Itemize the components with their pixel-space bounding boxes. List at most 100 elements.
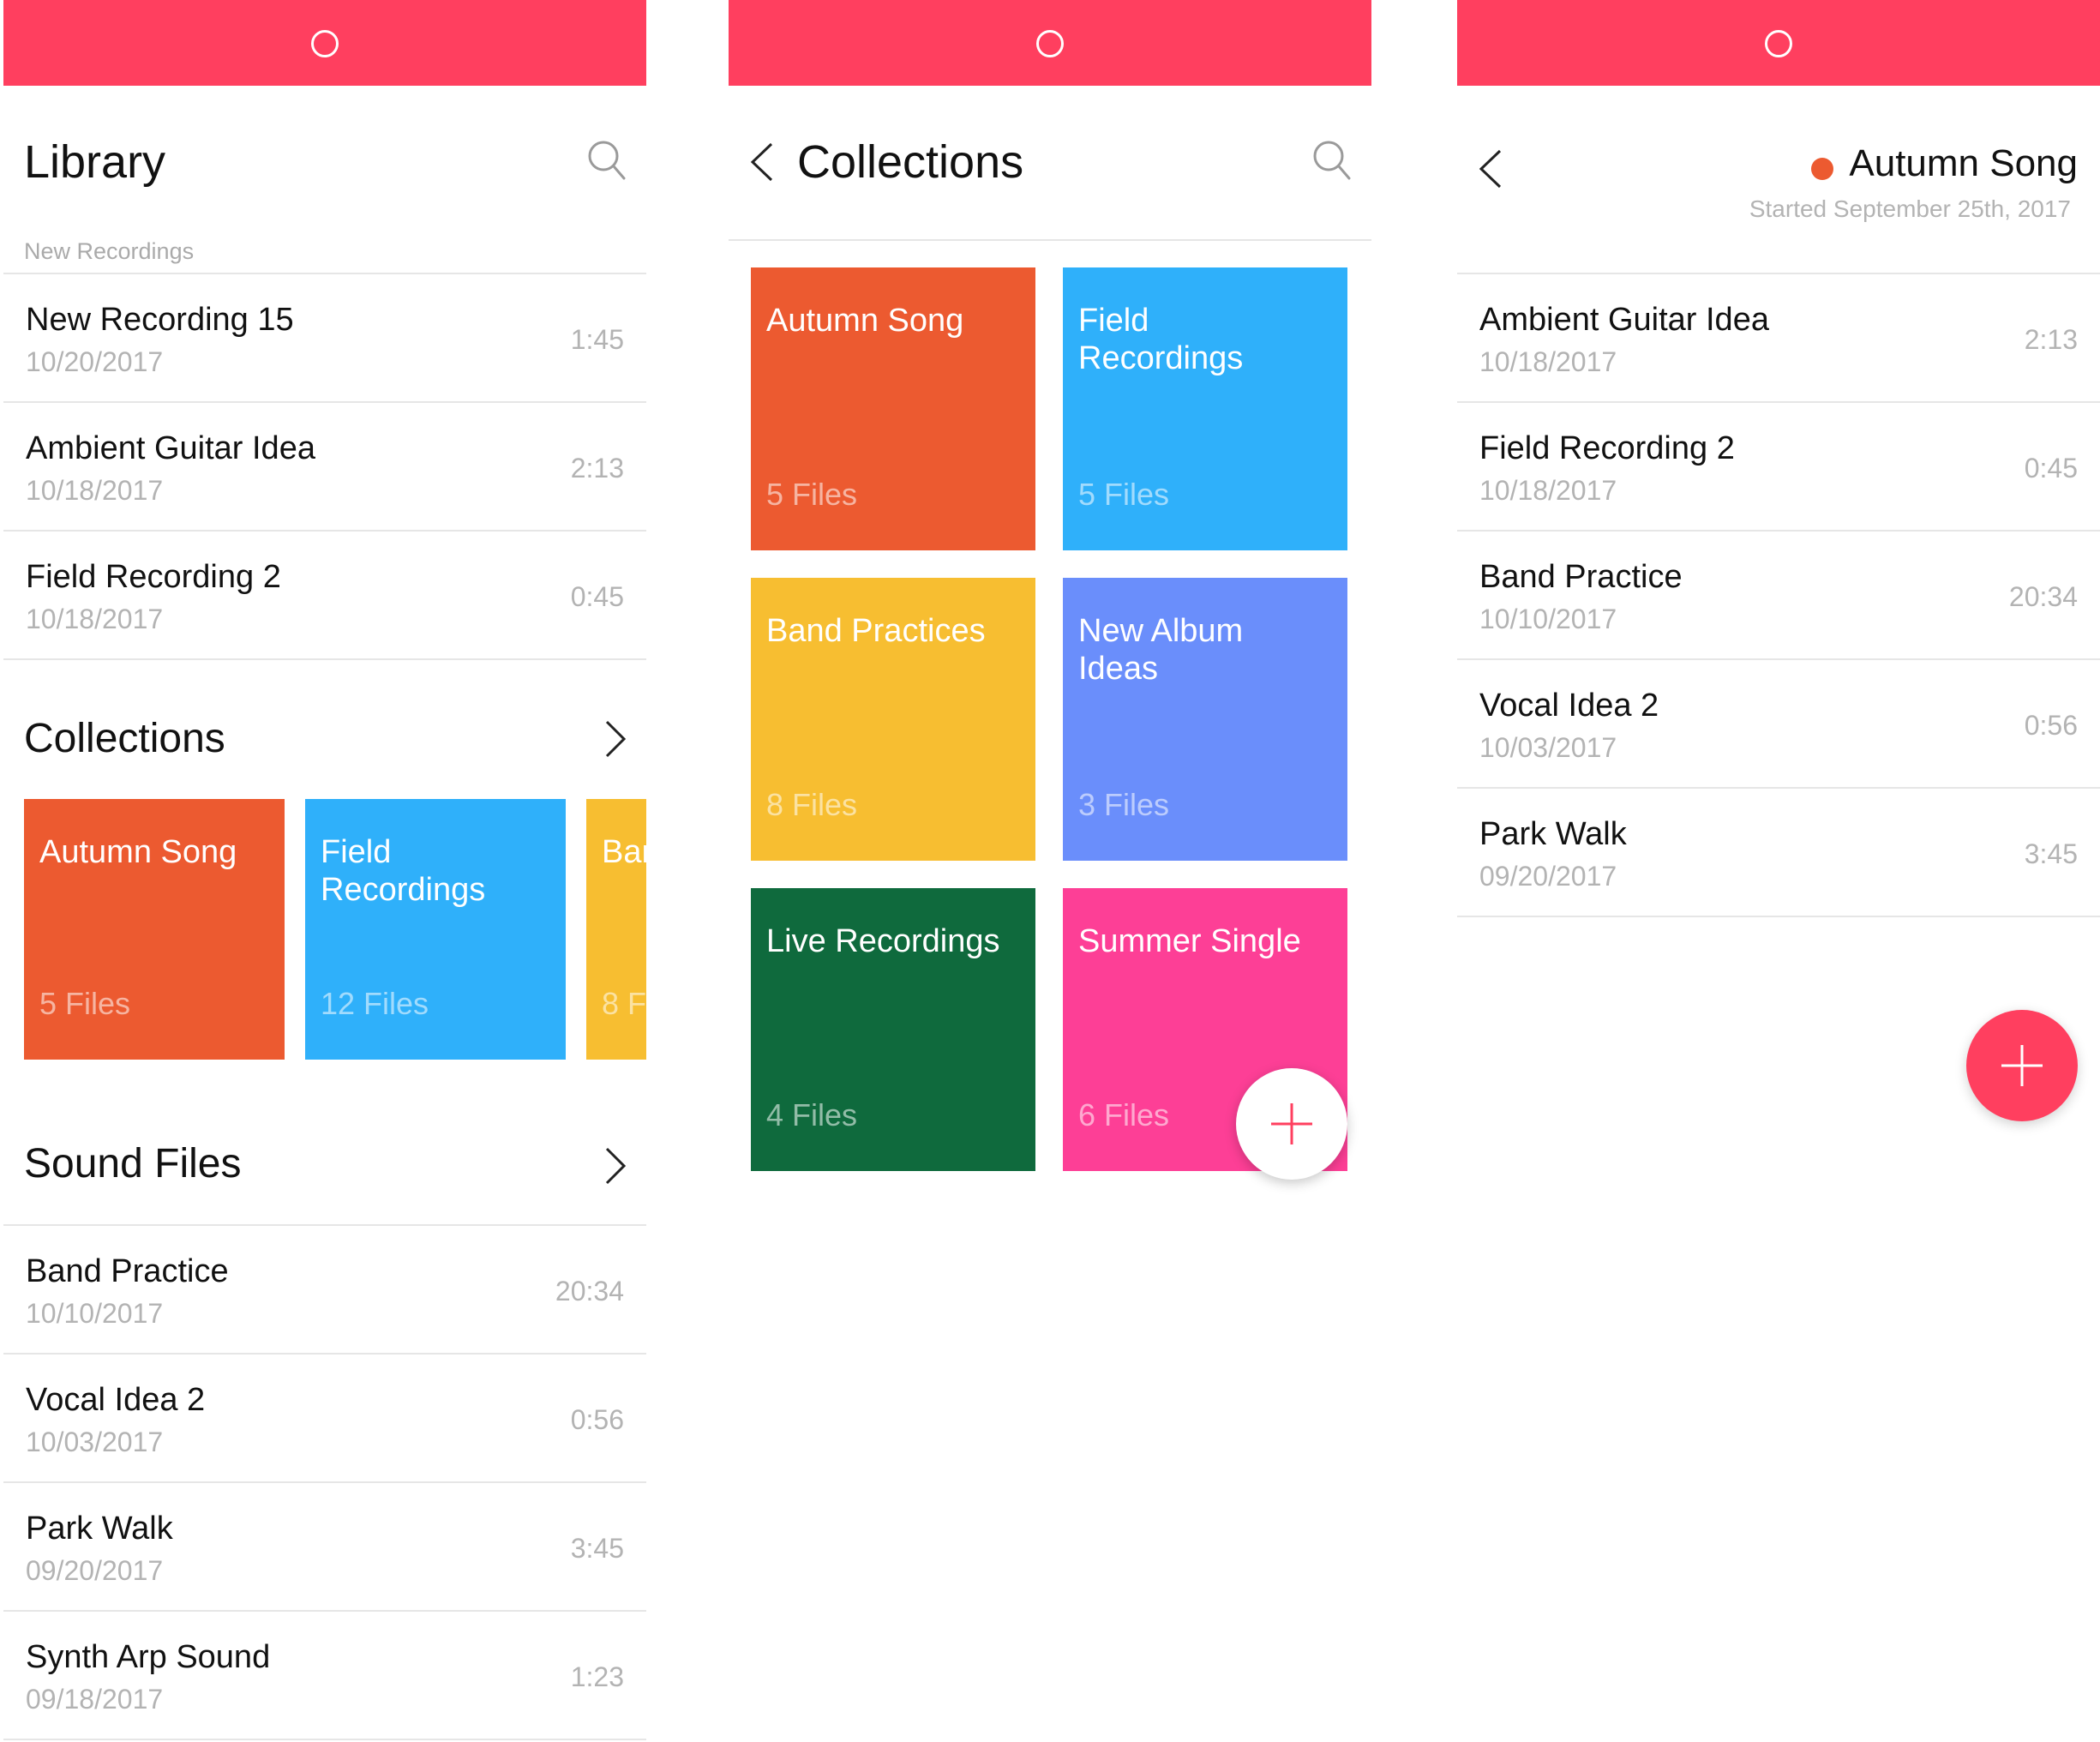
- status-circle-icon: [1036, 30, 1064, 57]
- sound-file-name: Synth Arp Sound: [26, 1639, 271, 1675]
- collection-name: Summer Single: [1078, 923, 1301, 959]
- collection-count: 5 Files: [39, 986, 131, 1021]
- collection-detail-screen: Autumn Song Started September 25th, 2017…: [1457, 0, 2100, 1742]
- item-date: 10/18/2017: [1479, 475, 1617, 506]
- recording-name: New Recording 15: [26, 302, 294, 338]
- recording-row[interactable]: Ambient Guitar Idea 10/18/2017 2:13: [3, 403, 646, 532]
- sound-file-date: 10/03/2017: [26, 1427, 164, 1457]
- collection-item-row[interactable]: Park Walk 09/20/2017 3:45: [1457, 789, 2100, 917]
- sound-file-duration: 1:23: [570, 1661, 624, 1692]
- status-circle-icon: [311, 30, 339, 57]
- collection-name: Band Practices: [766, 613, 986, 649]
- chevron-right-icon[interactable]: [603, 1145, 627, 1186]
- add-collection-button[interactable]: [1236, 1068, 1347, 1180]
- sound-file-row[interactable]: Park Walk 09/20/2017 3:45: [3, 1483, 646, 1612]
- sound-file-row[interactable]: Band Practice 10/10/2017 20:34: [3, 1226, 646, 1355]
- sound-file-row[interactable]: Synth Arp Sound 09/18/2017 1:23: [3, 1612, 646, 1740]
- recording-row[interactable]: New Recording 15 10/20/2017 1:45: [3, 274, 646, 403]
- item-name: Field Recording 2: [1479, 430, 1735, 466]
- collection-tile-field[interactable]: Field Recordings 5 Files: [1063, 267, 1347, 550]
- library-screen: Library New Recordings New Recording 15 …: [3, 0, 646, 1742]
- recording-name: Field Recording 2: [26, 559, 281, 595]
- collection-count: 3 Files: [1078, 787, 1170, 822]
- collection-tile-band[interactable]: Band Practices 8 Files: [586, 799, 646, 1060]
- item-duration: 0:56: [2024, 710, 2078, 741]
- collection-item-row[interactable]: Ambient Guitar Idea 10/18/2017 2:13: [1457, 274, 2100, 403]
- collections-screen: Collections Autumn Song 5 Files Field Re…: [729, 0, 1371, 1742]
- recording-date: 10/18/2017: [26, 475, 164, 506]
- collection-name: Autumn Song: [39, 834, 237, 870]
- item-date: 09/20/2017: [1479, 861, 1617, 892]
- collection-tile-band[interactable]: Band Practices 8 Files: [751, 578, 1035, 861]
- item-duration: 0:45: [2024, 453, 2078, 484]
- collection-name: Live Recordings: [766, 923, 1000, 959]
- sound-file-name: Park Walk: [26, 1511, 173, 1547]
- collection-tile-album[interactable]: New Album Ideas 3 Files: [1063, 578, 1347, 861]
- collection-item-row[interactable]: Vocal Idea 2 10/03/2017 0:56: [1457, 660, 2100, 789]
- recording-row[interactable]: Field Recording 2 10/18/2017 0:45: [3, 532, 646, 660]
- sound-file-date: 09/20/2017: [26, 1555, 164, 1586]
- recording-name: Ambient Guitar Idea: [26, 430, 315, 466]
- page-title: Collections: [797, 136, 1024, 188]
- sound-file-date: 09/18/2017: [26, 1684, 164, 1715]
- collection-count: 8 Files: [766, 787, 858, 822]
- item-duration: 20:34: [2008, 581, 2078, 612]
- add-recording-button[interactable]: [1966, 1010, 2078, 1121]
- detail-title-wrap: Autumn Song: [1749, 142, 2078, 185]
- recording-dot-icon: [1811, 157, 1834, 180]
- item-name: Band Practice: [1479, 559, 1683, 595]
- plus-icon: [1271, 1103, 1312, 1144]
- recording-date: 10/18/2017: [26, 604, 164, 634]
- collection-name: New Album Ideas: [1078, 613, 1244, 687]
- item-date: 10/18/2017: [1479, 346, 1617, 377]
- search-icon[interactable]: [588, 141, 626, 182]
- collection-count: 12 Files: [321, 986, 429, 1021]
- collection-count: 8 Files: [602, 986, 646, 1021]
- collection-name: Band Practices: [602, 834, 646, 870]
- chevron-left-icon[interactable]: [749, 141, 775, 183]
- collection-tile-autumn[interactable]: Autumn Song 5 Files: [751, 267, 1035, 550]
- sound-file-row[interactable]: Vocal Idea 2 10/03/2017 0:56: [3, 1355, 646, 1483]
- new-recordings-label: New Recordings: [24, 238, 195, 264]
- sound-file-duration: 3:45: [570, 1533, 624, 1564]
- collections-section-title: Collections: [24, 716, 225, 761]
- item-duration: 3:45: [2024, 838, 2078, 869]
- chevron-right-icon[interactable]: [603, 718, 627, 760]
- item-date: 10/03/2017: [1479, 732, 1617, 763]
- sound-file-date: 10/10/2017: [26, 1298, 164, 1329]
- collection-tile-live[interactable]: Live Recordings 4 Files: [751, 888, 1035, 1171]
- status-bar: [1457, 0, 2100, 86]
- collection-tile-autumn[interactable]: Autumn Song 5 Files: [24, 799, 285, 1060]
- recording-duration: 2:13: [570, 453, 624, 484]
- item-name: Vocal Idea 2: [1479, 688, 1659, 724]
- sound-file-duration: 20:34: [555, 1276, 624, 1306]
- collection-count: 5 Files: [1078, 477, 1170, 512]
- status-bar: [3, 0, 646, 86]
- collection-count: 5 Files: [766, 477, 858, 512]
- sound-file-duration: 0:56: [570, 1404, 624, 1435]
- divider: [729, 239, 1371, 241]
- search-icon[interactable]: [1313, 141, 1351, 182]
- collection-name: Autumn Song: [766, 303, 964, 339]
- collection-name: Field Recordings: [1078, 303, 1244, 376]
- collection-tile-field[interactable]: Field Recordings 12 Files: [305, 799, 566, 1060]
- detail-header: Autumn Song Started September 25th, 2017: [1749, 142, 2078, 223]
- item-duration: 2:13: [2024, 324, 2078, 355]
- recording-duration: 1:45: [570, 324, 624, 355]
- item-name: Park Walk: [1479, 816, 1627, 852]
- sound-files-section-title: Sound Files: [24, 1141, 242, 1186]
- recording-duration: 0:45: [570, 581, 624, 612]
- page-title: Library: [24, 136, 166, 188]
- status-bar: [729, 0, 1371, 86]
- chevron-left-icon[interactable]: [1478, 147, 1503, 190]
- plus-icon: [2001, 1045, 2043, 1086]
- sound-file-name: Band Practice: [26, 1253, 229, 1289]
- sound-file-name: Vocal Idea 2: [26, 1382, 206, 1418]
- item-name: Ambient Guitar Idea: [1479, 302, 1769, 338]
- collection-item-row[interactable]: Field Recording 2 10/18/2017 0:45: [1457, 403, 2100, 532]
- collection-item-row[interactable]: Band Practice 10/10/2017 20:34: [1457, 532, 2100, 660]
- detail-subtitle: Started September 25th, 2017: [1749, 195, 2071, 222]
- collection-count: 6 Files: [1078, 1097, 1170, 1132]
- item-date: 10/10/2017: [1479, 604, 1617, 634]
- collection-count: 4 Files: [766, 1097, 858, 1132]
